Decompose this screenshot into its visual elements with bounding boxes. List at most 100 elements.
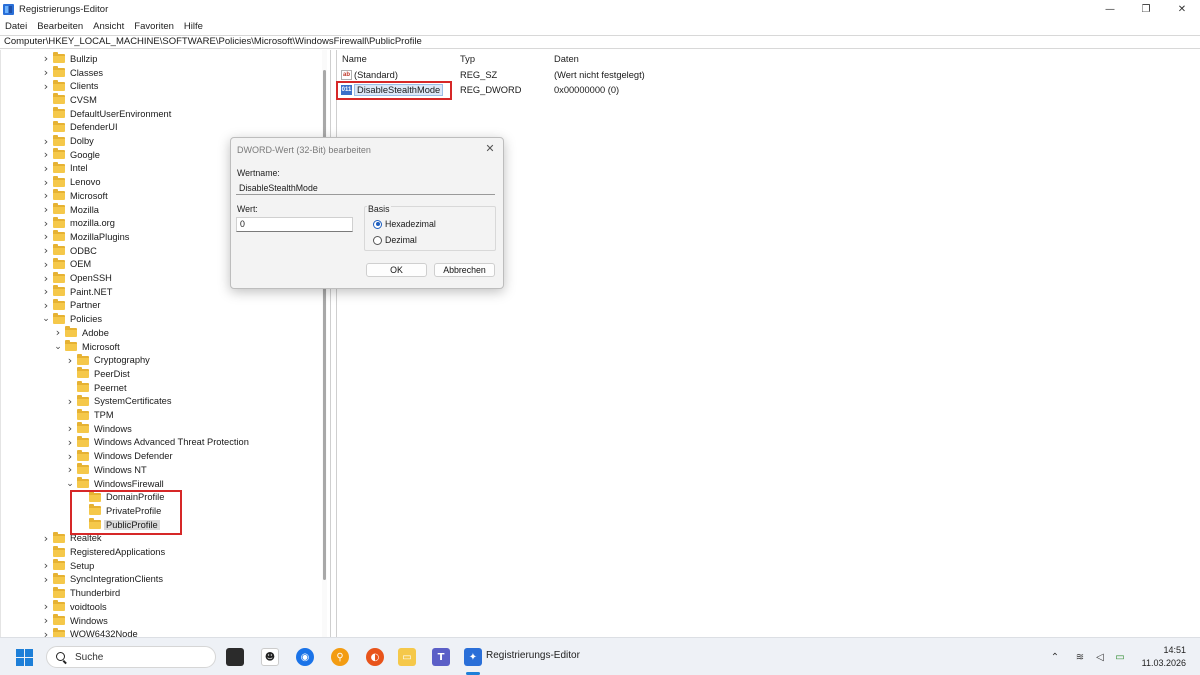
tree-item[interactable]: › Intel: [41, 161, 90, 176]
battery-icon[interactable]: ▭: [1113, 650, 1127, 664]
tree-item[interactable]: › OpenSSH: [41, 271, 114, 285]
dialog-close-button[interactable]: ✕: [483, 142, 497, 156]
tree-item[interactable]: › Windows NT: [65, 463, 149, 477]
chevron-right-icon[interactable]: ›: [41, 230, 51, 243]
tree-item[interactable]: › Classes: [41, 66, 105, 80]
tree-item[interactable]: › Adobe: [53, 326, 111, 340]
tree-item[interactable]: › Windows Defender: [65, 449, 175, 463]
chevron-right-icon[interactable]: ›: [41, 258, 51, 271]
value-row[interactable]: 011 DisableStealthMode: [341, 83, 444, 97]
tree-item[interactable]: ⌄ Microsoft: [53, 340, 122, 354]
chevron-right-icon[interactable]: ›: [65, 463, 75, 476]
tree-item[interactable]: › Bullzip: [41, 52, 99, 66]
chevron-right-icon[interactable]: ›: [65, 395, 75, 408]
radio-decimal[interactable]: Dezimal: [373, 235, 417, 245]
tree-item[interactable]: ⌄ WindowsFirewall: [65, 477, 166, 491]
clock[interactable]: 14:51 11.03.2026: [1142, 644, 1186, 670]
tree-item[interactable]: Peernet: [65, 381, 129, 395]
chevron-right-icon[interactable]: ›: [41, 272, 51, 285]
tree-item[interactable]: TPM: [65, 408, 116, 422]
chevron-right-icon[interactable]: ›: [41, 244, 51, 257]
tree-item[interactable]: Thunderbird: [41, 586, 122, 600]
value-row[interactable]: ab (Standard): [341, 68, 398, 82]
chevron-right-icon[interactable]: ›: [41, 80, 51, 93]
tree-item[interactable]: › Microsoft: [41, 189, 110, 203]
column-header-type[interactable]: Typ: [460, 54, 475, 66]
tree-item[interactable]: › Mozilla: [41, 203, 101, 217]
file-explorer-icon[interactable]: ▭: [398, 648, 416, 666]
tree-item[interactable]: PrivateProfile: [77, 504, 163, 518]
maximize-button[interactable]: ❐: [1128, 0, 1164, 18]
active-app-label[interactable]: Registrierungs-Editor: [486, 650, 580, 661]
menu-bearbeiten[interactable]: Bearbeiten: [32, 21, 88, 32]
chevron-right-icon[interactable]: ›: [41, 52, 51, 65]
chevron-right-icon[interactable]: ›: [41, 176, 51, 189]
chevron-right-icon[interactable]: ›: [41, 135, 51, 148]
tree-item[interactable]: › Windows Advanced Threat Protection: [65, 435, 251, 450]
tree-item[interactable]: › SystemCertificates: [65, 394, 174, 409]
tree-item[interactable]: PublicProfile: [77, 518, 160, 532]
value-data-input[interactable]: 0: [236, 217, 353, 232]
tree-item[interactable]: › Clients: [41, 79, 100, 93]
minimize-button[interactable]: —: [1092, 0, 1128, 18]
chevron-right-icon[interactable]: ›: [65, 422, 75, 435]
browser-icon[interactable]: ◉: [296, 648, 314, 666]
tree-item[interactable]: › MozillaPlugins: [41, 230, 131, 244]
tree-item[interactable]: ⌄ Policies: [41, 312, 104, 326]
tree-item[interactable]: DefenderUI: [41, 120, 120, 135]
tree-item[interactable]: › Partner: [41, 298, 103, 313]
tree-item[interactable]: › Google: [41, 148, 102, 162]
chevron-right-icon[interactable]: ›: [65, 354, 75, 367]
chevron-right-icon[interactable]: ›: [41, 66, 51, 79]
alien-app-icon[interactable]: ☻: [261, 648, 279, 666]
chevron-right-icon[interactable]: ›: [53, 326, 63, 339]
tree-item[interactable]: › Paint.NET: [41, 285, 114, 299]
chevron-right-icon[interactable]: ›: [41, 299, 51, 312]
chevron-up-icon[interactable]: ⌃: [1048, 650, 1062, 664]
column-header-name[interactable]: Name: [342, 54, 367, 66]
chevron-right-icon[interactable]: ›: [41, 162, 51, 175]
chevron-right-icon[interactable]: ›: [41, 203, 51, 216]
tree-item[interactable]: DefaultUserEnvironment: [41, 107, 173, 121]
tree-item[interactable]: › ODBC: [41, 244, 99, 258]
tree-item[interactable]: PeerDist: [65, 367, 132, 381]
registry-editor-taskbar-icon[interactable]: ✦: [464, 648, 482, 666]
menu-favoriten[interactable]: Favoriten: [129, 21, 179, 32]
chevron-right-icon[interactable]: ›: [41, 573, 51, 586]
ok-button[interactable]: OK: [366, 263, 427, 277]
tree-item[interactable]: › SyncIntegrationClients: [41, 572, 165, 587]
taskbar-search[interactable]: Suche: [46, 646, 216, 668]
chevron-right-icon[interactable]: ›: [41, 189, 51, 202]
menu-datei[interactable]: Datei: [0, 21, 32, 32]
chevron-right-icon[interactable]: ›: [41, 532, 51, 545]
chevron-right-icon[interactable]: ›: [41, 217, 51, 230]
chevron-right-icon[interactable]: ›: [65, 436, 75, 449]
tree-item[interactable]: CVSM: [41, 93, 99, 107]
speaker-icon[interactable]: ◁: [1093, 650, 1107, 664]
chevron-right-icon[interactable]: ›: [41, 148, 51, 161]
menu-ansicht[interactable]: Ansicht: [88, 21, 129, 32]
chevron-down-icon[interactable]: ⌄: [53, 342, 63, 352]
tree-item[interactable]: › Windows: [41, 614, 110, 628]
tree-item[interactable]: › Windows: [65, 422, 134, 436]
chevron-down-icon[interactable]: ⌄: [65, 479, 75, 489]
tree-item[interactable]: › Setup: [41, 559, 96, 573]
tree-item[interactable]: › Dolby: [41, 134, 96, 148]
radio-hexadecimal[interactable]: Hexadezimal: [373, 219, 436, 229]
task-view-icon[interactable]: [226, 648, 244, 666]
tree-item[interactable]: DomainProfile: [77, 490, 166, 504]
close-button[interactable]: ✕: [1164, 0, 1200, 18]
tree-item[interactable]: › mozilla.org: [41, 216, 117, 230]
chevron-right-icon[interactable]: ›: [41, 614, 51, 627]
tree-item[interactable]: › WOW6432Node: [41, 627, 140, 637]
chevron-right-icon[interactable]: ›: [65, 450, 75, 463]
tree-item[interactable]: › Lenovo: [41, 175, 103, 189]
start-button[interactable]: [16, 649, 33, 666]
tree-item[interactable]: › voidtools: [41, 600, 109, 614]
chevron-right-icon[interactable]: ›: [41, 600, 51, 613]
chevron-down-icon[interactable]: ⌄: [41, 314, 51, 324]
chevron-right-icon[interactable]: ›: [41, 628, 51, 637]
tree-item[interactable]: › Cryptography: [65, 353, 152, 367]
search-tool-icon[interactable]: ⚲: [331, 648, 349, 666]
tree-item[interactable]: › Realtek: [41, 531, 104, 546]
